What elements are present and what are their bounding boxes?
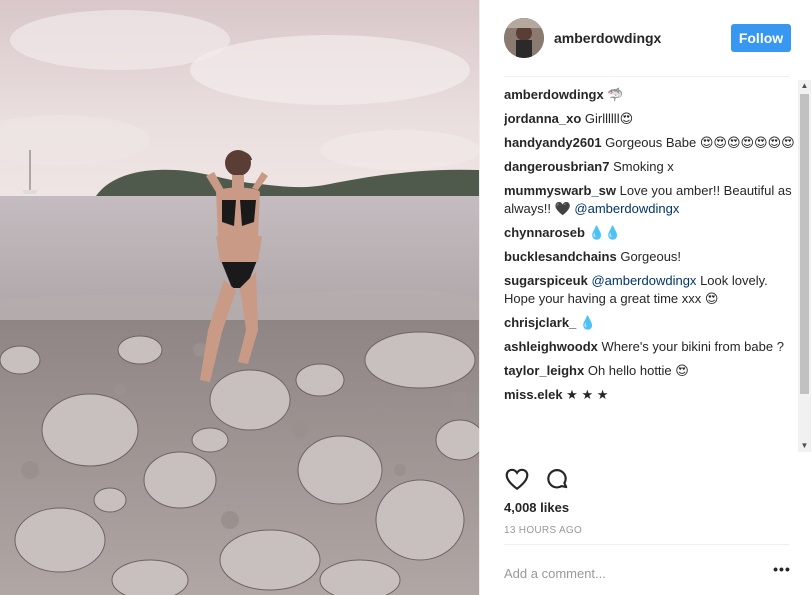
comment-text: 🦈 <box>607 87 624 102</box>
scroll-down-arrow-icon[interactable]: ▼ <box>798 440 811 452</box>
comment-username[interactable]: miss.elek <box>504 387 563 402</box>
comment-text: Gorgeous! <box>620 249 682 264</box>
comment-username[interactable]: chrisjclark_ <box>504 315 576 330</box>
comment-username[interactable]: handyandy2601 <box>504 135 602 150</box>
comment-item: amberdowdingx 🦈 <box>504 86 796 104</box>
comment-username[interactable]: mummyswarb_sw <box>504 183 616 198</box>
comment-username[interactable]: sugarspiceuk <box>504 273 588 288</box>
divider <box>504 76 789 77</box>
comment-item: chrisjclark_ 💧 <box>504 314 796 332</box>
comment-username[interactable]: amberdowdingx <box>504 87 604 102</box>
comment-mention-link[interactable]: @amberdowdingx <box>574 201 679 216</box>
comment-username[interactable]: dangerousbrian7 <box>504 159 609 174</box>
avatar-image <box>504 18 544 58</box>
comment-mention-link[interactable]: @amberdowdingx <box>591 273 696 288</box>
comment-username[interactable]: taylor_leighx <box>504 363 584 378</box>
comment-item: bucklesandchains Gorgeous! <box>504 248 796 266</box>
comment-text: Oh hello hottie 😍 <box>587 363 689 378</box>
comment-list[interactable]: amberdowdingx 🦈 jordanna_xo Girllllll😍 h… <box>504 86 796 452</box>
comment-item: jordanna_xo Girllllll😍 <box>504 110 796 128</box>
comment-item: sugarspiceuk @amberdowdingx Look lovely.… <box>504 272 796 308</box>
more-options-icon[interactable]: ••• <box>772 562 792 582</box>
comment-item: ashleighwoodx Where's your bikini from b… <box>504 338 796 356</box>
avatar[interactable] <box>504 18 544 58</box>
comments-scrollbar[interactable]: ▲ ▼ <box>798 80 811 452</box>
comment-text: Girllllll😍 <box>584 111 634 126</box>
comment-icon[interactable] <box>544 466 570 492</box>
comment-username[interactable]: bucklesandchains <box>504 249 617 264</box>
comment-username[interactable]: chynnaroseb <box>504 225 585 240</box>
comment-username[interactable]: jordanna_xo <box>504 111 581 126</box>
comment-icon-graphic <box>547 469 568 489</box>
follow-button[interactable]: Follow <box>731 24 791 52</box>
post-sidebar: amberdowdingx Follow amberdowdingx 🦈 jor… <box>479 0 812 595</box>
heart-icon-graphic <box>505 468 529 491</box>
post-header: amberdowdingx Follow <box>480 0 812 76</box>
heart-icon[interactable] <box>504 466 530 492</box>
comment-text: 💧💧 <box>588 225 621 240</box>
scroll-up-arrow-icon[interactable]: ▲ <box>798 80 811 92</box>
comment-item: taylor_leighx Oh hello hottie 😍 <box>504 362 796 380</box>
post-timestamp[interactable]: 13 HOURS AGO <box>504 525 582 536</box>
comment-item: mummyswarb_sw Love you amber!! Beautiful… <box>504 182 796 218</box>
comment-text: Smoking x <box>613 159 674 174</box>
comment-text: 💧 <box>579 315 597 330</box>
beach-photo <box>0 0 479 595</box>
comment-username[interactable]: ashleighwoodx <box>504 339 598 354</box>
post-photo[interactable] <box>0 0 479 595</box>
comment-text: ★ ★ ★ <box>566 387 609 402</box>
comment-item: dangerousbrian7 Smoking x <box>504 158 796 176</box>
post-author-username[interactable]: amberdowdingx <box>554 30 661 46</box>
add-comment-input[interactable] <box>504 563 754 583</box>
comment-item: chynnaroseb 💧💧 <box>504 224 796 242</box>
comment-text: Gorgeous Babe 😍😍😍😍😍😍😍 <box>605 135 795 150</box>
comment-item: miss.elek ★ ★ ★ <box>504 386 796 404</box>
comment-item: handyandy2601 Gorgeous Babe 😍😍😍😍😍😍😍 <box>504 134 796 152</box>
comment-text: Where's your bikini from babe ? <box>601 339 784 354</box>
scroll-thumb[interactable] <box>800 94 809 394</box>
divider <box>504 544 789 545</box>
like-count[interactable]: 4,008 likes <box>504 500 569 515</box>
